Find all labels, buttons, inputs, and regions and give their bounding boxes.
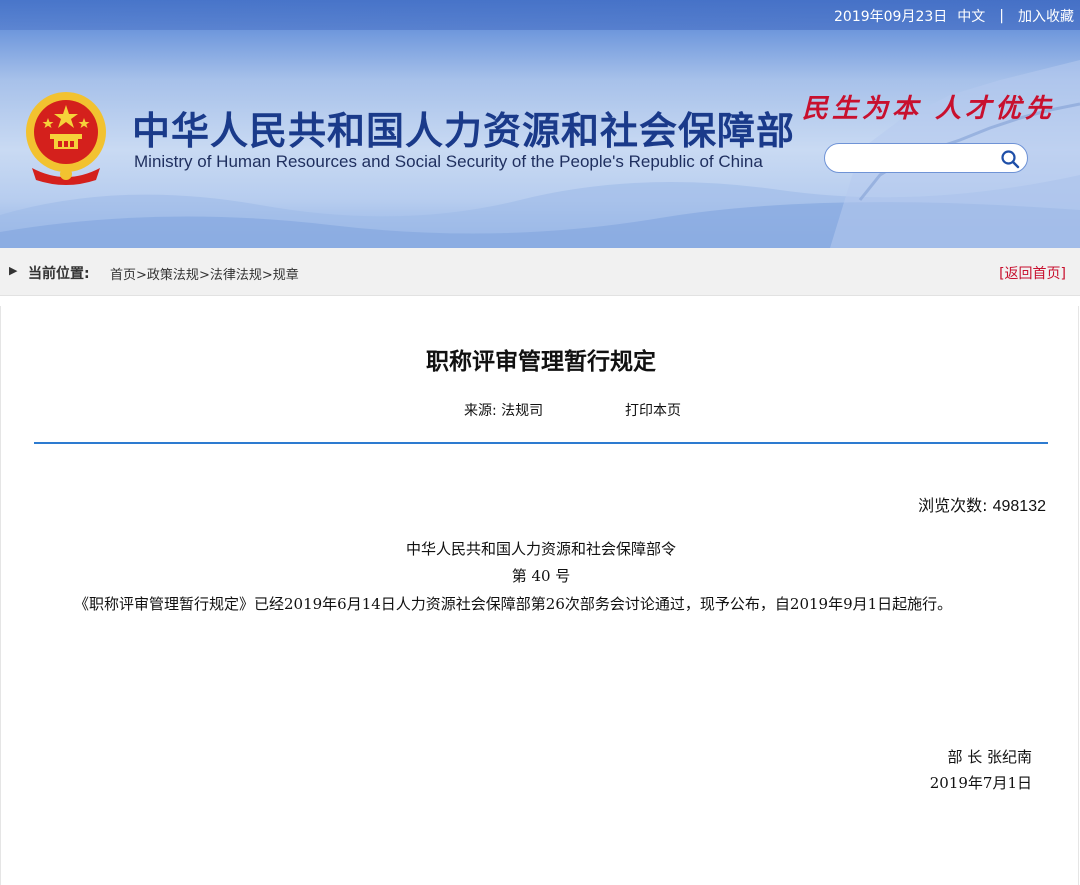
decree-title: 中华人民共和国人力资源和社会保障部令 bbox=[405, 540, 676, 558]
breadcrumb: ▶ 当前位置: 首页>政策法规>法律法规>规章 [返回首页] bbox=[0, 248, 1080, 296]
view-count-value: 498132 bbox=[992, 498, 1046, 515]
breadcrumb-separator: > bbox=[136, 268, 147, 283]
breadcrumb-item-rules[interactable]: 规章 bbox=[273, 268, 299, 283]
top-separator: | bbox=[999, 8, 1004, 24]
site-title-cn: 中华人民共和国人力资源和社会保障部 bbox=[132, 109, 796, 153]
add-favorite-link[interactable]: 加入收藏 bbox=[1018, 6, 1074, 26]
slogan: 民生为本 人才优先 bbox=[802, 94, 1056, 124]
breadcrumb-item-home[interactable]: 首页 bbox=[110, 268, 136, 283]
article-paragraph: 《职称评审管理暂行规定》已经2019年6月14日人力资源社会保障部第26次部务会… bbox=[74, 595, 953, 613]
search-box[interactable] bbox=[824, 143, 1028, 173]
breadcrumb-separator: > bbox=[261, 268, 273, 283]
title-divider bbox=[34, 442, 1048, 444]
view-count-label: 浏览次数: bbox=[918, 496, 988, 515]
current-date: 2019年09月23日 bbox=[834, 9, 948, 25]
site-title-en: Ministry of Human Resources and Social S… bbox=[134, 152, 763, 171]
breadcrumb-item-policy[interactable]: 政策法规 bbox=[147, 268, 199, 283]
return-home-link[interactable]: [返回首页] bbox=[999, 263, 1066, 283]
decree-number: 第 40 号 bbox=[511, 567, 571, 585]
triangle-right-icon: ▶ bbox=[9, 264, 18, 277]
article-source: 来源: 法规司 bbox=[464, 403, 544, 419]
sign-date: 2019年7月1日 bbox=[929, 774, 1032, 792]
search-icon[interactable] bbox=[999, 148, 1021, 170]
breadcrumb-path: 首页>政策法规>法律法规>规章 bbox=[110, 264, 299, 283]
signer: 部 长 张纪南 bbox=[947, 748, 1032, 766]
top-links: 2019年09月23日 中文 | 加入收藏 bbox=[824, 6, 1074, 26]
search-input[interactable] bbox=[837, 148, 1001, 170]
breadcrumb-separator: > bbox=[198, 268, 210, 283]
breadcrumb-item-laws[interactable]: 法律法规 bbox=[210, 268, 262, 283]
site-header: 2019年09月23日 中文 | 加入收藏 中华人民共和国人力资源和社会保障部 … bbox=[0, 0, 1080, 248]
article-title: 职称评审管理暂行规定 bbox=[426, 349, 656, 375]
breadcrumb-label: 当前位置: bbox=[28, 266, 90, 282]
view-count: 浏览次数: 498132 bbox=[918, 492, 1046, 516]
language-link[interactable]: 中文 bbox=[957, 6, 985, 26]
article-container: 职称评审管理暂行规定 来源: 法规司 打印本页 浏览次数: 498132 中华人… bbox=[0, 306, 1079, 885]
national-emblem-icon bbox=[26, 92, 106, 185]
print-page-link[interactable]: 打印本页 bbox=[625, 400, 681, 420]
